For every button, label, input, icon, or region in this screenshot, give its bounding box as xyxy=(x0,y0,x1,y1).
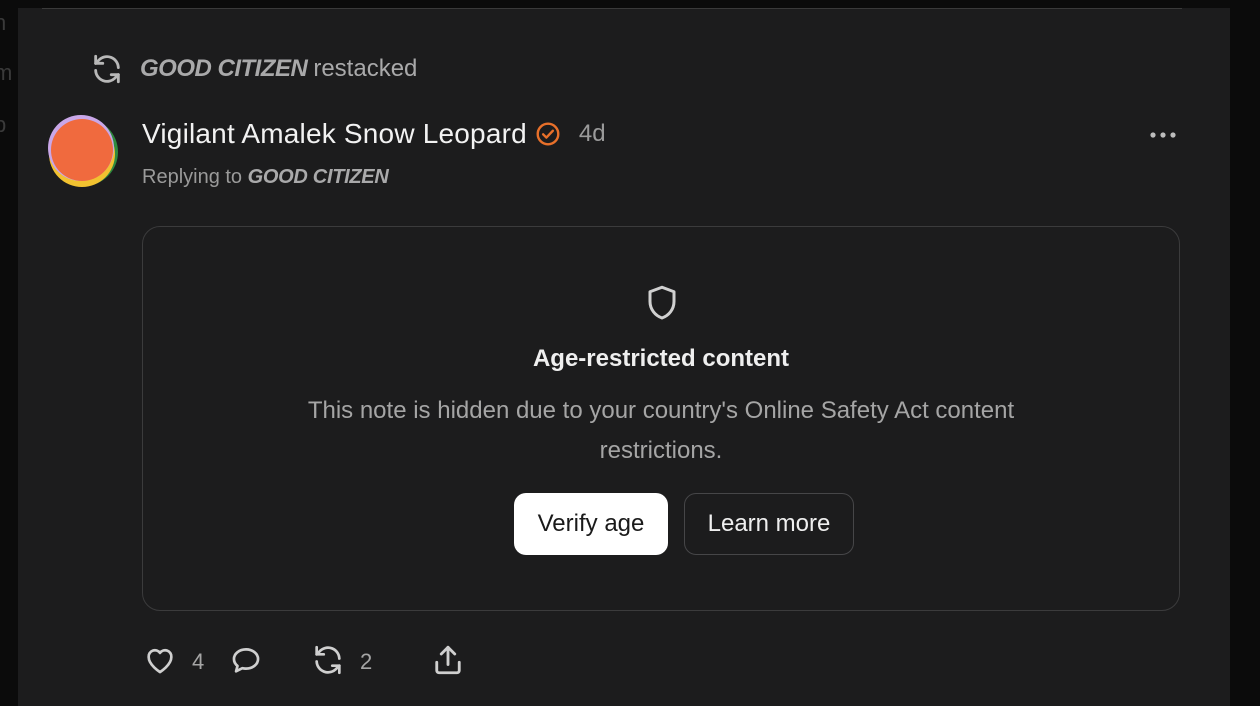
post-age[interactable]: 4d xyxy=(579,120,606,148)
background-page-edge: n m p xyxy=(0,0,18,706)
comment-button[interactable] xyxy=(228,643,310,682)
restricted-title: Age-restricted content xyxy=(532,345,790,372)
author-name[interactable]: Vigilant Amalek Snow Leopard xyxy=(142,118,527,150)
more-options-icon[interactable] xyxy=(1148,120,1178,150)
share-icon xyxy=(430,642,466,683)
replying-to-line: Replying to GOOD CITIZEN xyxy=(142,166,389,189)
restack-attribution: GOOD CITIZEN restacked xyxy=(90,52,417,86)
author-header: Vigilant Amalek Snow Leopard 4d xyxy=(142,114,606,154)
avatar[interactable] xyxy=(46,114,120,188)
comment-icon xyxy=(228,643,264,682)
learn-more-button[interactable]: Learn more xyxy=(684,493,854,555)
heart-icon xyxy=(142,643,178,682)
like-count: 4 xyxy=(192,649,205,674)
restack-icon xyxy=(310,643,346,682)
shield-icon xyxy=(644,283,680,323)
restricted-actions: Verify age Learn more xyxy=(143,493,1179,555)
replying-prefix: Replying to xyxy=(142,166,243,188)
divider xyxy=(42,8,1182,9)
note-panel: GOOD CITIZEN restacked Vigilant Amalek Sn… xyxy=(18,8,1230,706)
restack-icon xyxy=(90,52,124,86)
age-restricted-card: Age-restricted content This note is hidd… xyxy=(142,226,1180,611)
restack-button[interactable]: 2 xyxy=(310,643,430,682)
verified-badge-icon xyxy=(535,121,561,147)
restack-count: 2 xyxy=(360,649,373,674)
restricted-description: This note is hidden due to your country'… xyxy=(307,397,1015,464)
restack-verb: restacked xyxy=(313,55,418,82)
like-button[interactable]: 4 xyxy=(142,643,228,682)
share-button[interactable] xyxy=(430,642,466,683)
verify-age-button[interactable]: Verify age xyxy=(514,493,668,555)
restacker-name[interactable]: GOOD CITIZEN xyxy=(140,55,308,82)
replying-to-user[interactable]: GOOD CITIZEN xyxy=(248,166,389,188)
action-bar: 4 2 xyxy=(142,642,466,682)
